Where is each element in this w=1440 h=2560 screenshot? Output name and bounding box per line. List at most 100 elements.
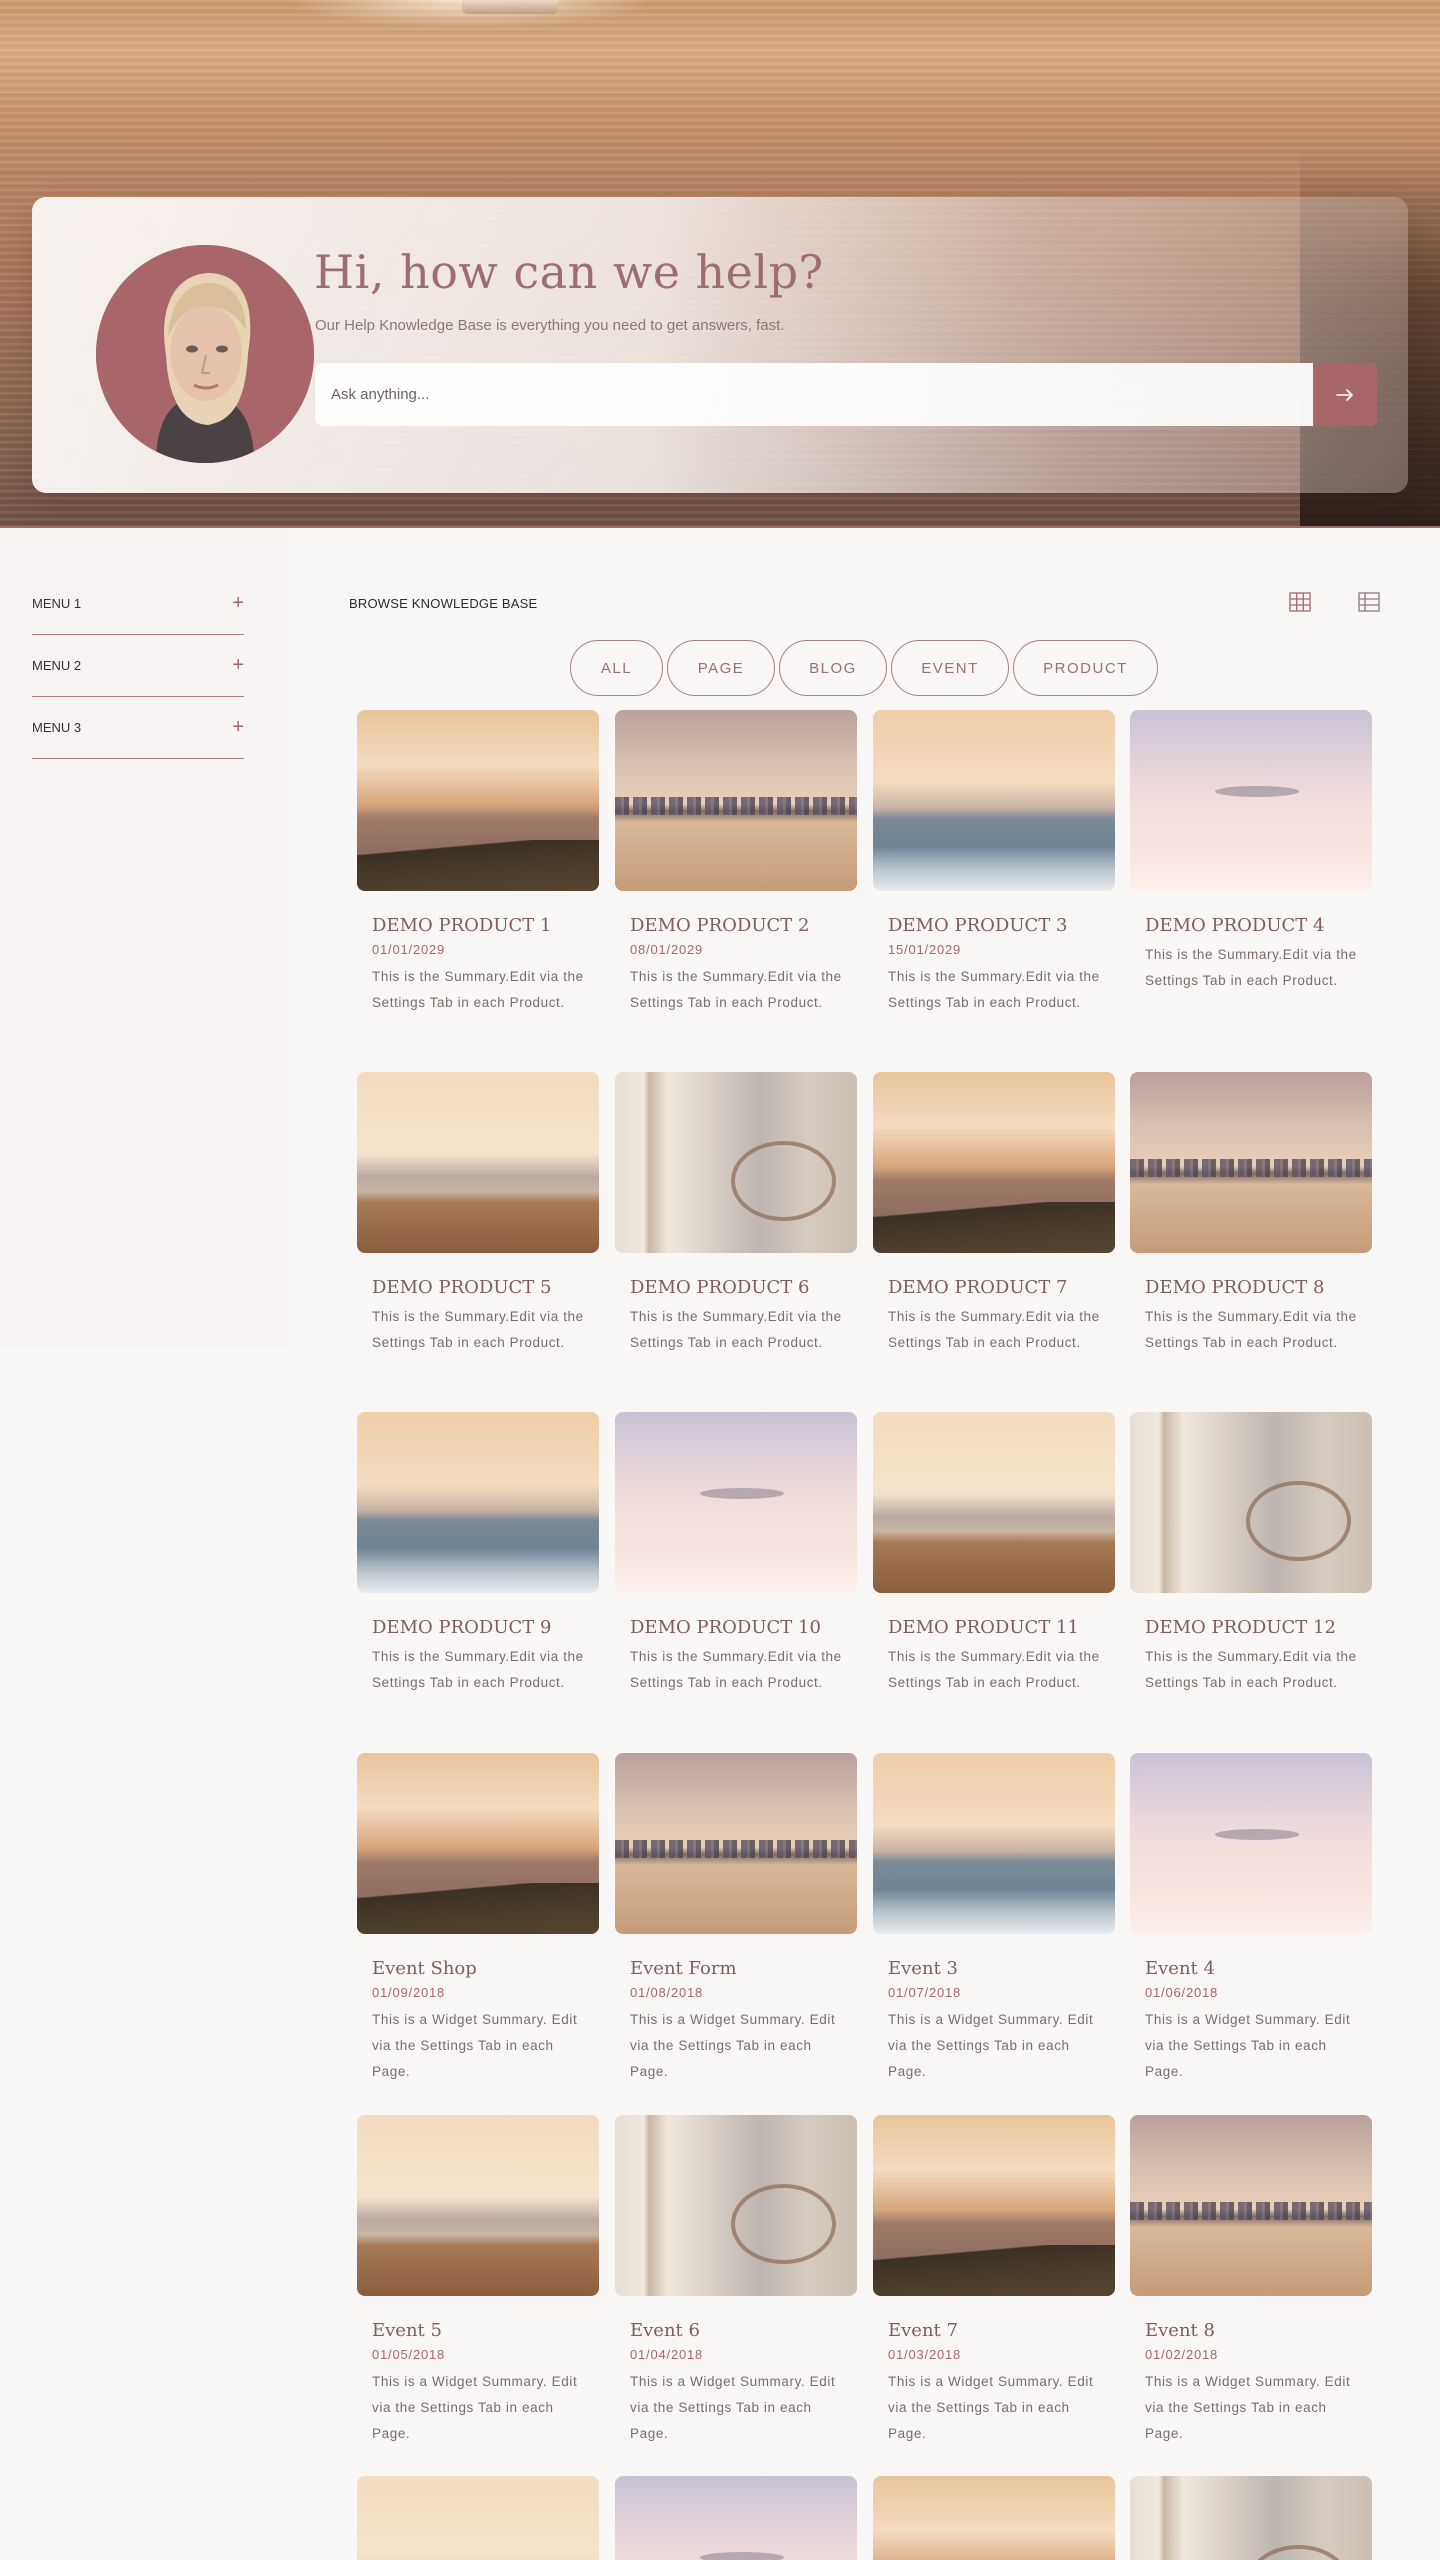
card-date: 01/06/2018: [1145, 1985, 1219, 2000]
card-thumbnail[interactable]: [357, 1072, 599, 1253]
search-button[interactable]: [1313, 363, 1377, 426]
card-title[interactable]: Event 5: [372, 2320, 442, 2341]
content-card[interactable]: Event 8 01/02/2018 This is a Widget Summar…: [1130, 2115, 1372, 2441]
card-thumbnail[interactable]: [1130, 1753, 1372, 1934]
content-card[interactable]: [615, 2476, 857, 2560]
card-thumbnail[interactable]: [357, 1412, 599, 1593]
sidebar-item-menu-2[interactable]: MENU 2 +: [32, 635, 244, 697]
card-summary: This is a Widget Summary. Edit via the S…: [630, 2374, 836, 2441]
card-title[interactable]: DEMO PRODUCT 6: [630, 1277, 809, 1298]
card-title[interactable]: DEMO PRODUCT 9: [372, 1617, 551, 1638]
card-thumbnail[interactable]: [873, 1072, 1115, 1253]
card-thumbnail[interactable]: [873, 1412, 1115, 1593]
content-card[interactable]: Event 6 01/04/2018 This is a Widget Summar…: [615, 2115, 857, 2441]
card-summary: This is the Summary.Edit via the Setting…: [372, 1649, 584, 1690]
card-title[interactable]: DEMO PRODUCT 5: [372, 1277, 551, 1298]
search-box: [315, 363, 1377, 426]
card-summary: This is the Summary.Edit via the Setting…: [1145, 1309, 1357, 1350]
card-thumbnail[interactable]: [357, 2476, 599, 2560]
card-summary: This is a Widget Summary. Edit via the S…: [1145, 2012, 1351, 2079]
card-title[interactable]: Event 6: [630, 2320, 700, 2341]
card-thumbnail[interactable]: [357, 710, 599, 891]
card-title[interactable]: DEMO PRODUCT 12: [1145, 1617, 1336, 1638]
filter-event[interactable]: EVENT: [891, 640, 1009, 696]
content-card[interactable]: Event 3 01/07/2018 This is a Widget Summar…: [873, 1753, 1115, 2079]
content-card[interactable]: DEMO PRODUCT 3 15/01/2029 This is the Summ…: [873, 710, 1115, 1010]
card-thumbnail[interactable]: [615, 1412, 857, 1593]
grid-view-icon: [1289, 592, 1311, 612]
card-thumbnail[interactable]: [1130, 1072, 1372, 1253]
sidebar-item-label: MENU 1: [32, 596, 82, 611]
card-thumbnail[interactable]: [615, 2115, 857, 2296]
plus-icon: +: [232, 592, 244, 614]
filter-blog[interactable]: BLOG: [779, 640, 887, 696]
card-thumbnail[interactable]: [1130, 2476, 1372, 2560]
content-card[interactable]: DEMO PRODUCT 12 This is the Summary.Edit …: [1130, 1412, 1372, 1690]
card-thumbnail[interactable]: [873, 1753, 1115, 1934]
content-card[interactable]: DEMO PRODUCT 2 08/01/2029 This is the Summ…: [615, 710, 857, 1010]
content-card[interactable]: Event Shop 01/09/2018 This is a Widget Sum…: [357, 1753, 599, 2079]
content-card[interactable]: DEMO PRODUCT 8 This is the Summary.Edit v…: [1130, 1072, 1372, 1350]
card-thumbnail[interactable]: [1130, 710, 1372, 891]
search-input[interactable]: [315, 363, 1311, 426]
content-card[interactable]: DEMO PRODUCT 10 This is the Summary.Edit …: [615, 1412, 857, 1690]
avatar: [96, 245, 314, 463]
content-card[interactable]: Event Form 01/08/2018 This is a Widget Sum…: [615, 1753, 857, 2079]
card-title[interactable]: DEMO PRODUCT 11: [888, 1617, 1079, 1638]
content-card[interactable]: [1130, 2476, 1372, 2560]
card-thumbnail[interactable]: [357, 2115, 599, 2296]
card-summary: This is a Widget Summary. Edit via the S…: [630, 2012, 836, 2079]
card-title[interactable]: DEMO PRODUCT 1: [372, 915, 551, 936]
content-card[interactable]: DEMO PRODUCT 4 This is the Summary.Edit v…: [1130, 710, 1372, 988]
card-date: 01/08/2018: [630, 1985, 704, 2000]
content-card[interactable]: DEMO PRODUCT 9 This is the Summary.Edit v…: [357, 1412, 599, 1690]
grid-view-button[interactable]: [1289, 592, 1311, 612]
card-title[interactable]: DEMO PRODUCT 3: [888, 915, 1067, 936]
list-view-button[interactable]: [1358, 592, 1380, 612]
card-title[interactable]: Event 3: [888, 1958, 958, 1979]
filter-product[interactable]: PRODUCT: [1013, 640, 1158, 696]
card-title[interactable]: Event Shop: [372, 1958, 477, 1979]
sidebar-item-menu-1[interactable]: MENU 1 +: [32, 573, 244, 635]
card-date: 15/01/2029: [888, 942, 962, 957]
card-thumbnail[interactable]: [1130, 2115, 1372, 2296]
card-title[interactable]: DEMO PRODUCT 10: [630, 1617, 821, 1638]
content-card[interactable]: DEMO PRODUCT 11 This is the Summary.Edit …: [873, 1412, 1115, 1690]
card-summary: This is the Summary.Edit via the Setting…: [1145, 1649, 1357, 1690]
card-thumbnail[interactable]: [1130, 1412, 1372, 1593]
card-thumbnail[interactable]: [873, 2476, 1115, 2560]
hero-ship-image: [462, 0, 558, 14]
content-card[interactable]: DEMO PRODUCT 7 This is the Summary.Edit v…: [873, 1072, 1115, 1350]
card-title[interactable]: Event 7: [888, 2320, 958, 2341]
card-date: 01/07/2018: [888, 1985, 962, 2000]
content-card[interactable]: Event 5 01/05/2018 This is a Widget Summar…: [357, 2115, 599, 2441]
content-card[interactable]: DEMO PRODUCT 5 This is the Summary.Edit v…: [357, 1072, 599, 1350]
card-thumbnail[interactable]: [357, 1753, 599, 1934]
filter-page[interactable]: PAGE: [667, 640, 775, 696]
card-title[interactable]: Event 8: [1145, 2320, 1215, 2341]
card-title[interactable]: Event 4: [1145, 1958, 1215, 1979]
filter-all[interactable]: ALL: [570, 640, 663, 696]
card-title[interactable]: DEMO PRODUCT 7: [888, 1277, 1067, 1298]
card-title[interactable]: Event Form: [630, 1958, 737, 1979]
content-card[interactable]: [873, 2476, 1115, 2560]
content-card[interactable]: [357, 2476, 599, 2560]
card-thumbnail[interactable]: [615, 2476, 857, 2560]
content-card[interactable]: Event 4 01/06/2018 This is a Widget Summar…: [1130, 1753, 1372, 2079]
content-card[interactable]: DEMO PRODUCT 1 01/01/2029 This is the Summ…: [357, 710, 599, 1010]
card-thumbnail[interactable]: [615, 1072, 857, 1253]
card-title[interactable]: DEMO PRODUCT 4: [1145, 915, 1324, 936]
card-summary: This is the Summary.Edit via the Setting…: [888, 969, 1100, 1010]
card-title[interactable]: DEMO PRODUCT 2: [630, 915, 809, 936]
content-card[interactable]: Event 7 01/03/2018 This is a Widget Summar…: [873, 2115, 1115, 2441]
card-thumbnail[interactable]: [615, 1753, 857, 1934]
card-thumbnail[interactable]: [873, 710, 1115, 891]
card-thumbnail[interactable]: [615, 710, 857, 891]
card-thumbnail[interactable]: [873, 2115, 1115, 2296]
sidebar-item-menu-3[interactable]: MENU 3 +: [32, 697, 244, 759]
card-date: 01/05/2018: [372, 2347, 446, 2362]
content-card[interactable]: DEMO PRODUCT 6 This is the Summary.Edit v…: [615, 1072, 857, 1350]
card-title[interactable]: DEMO PRODUCT 8: [1145, 1277, 1324, 1298]
help-title: Hi, how can we help?: [314, 245, 824, 299]
card-summary: This is a Widget Summary. Edit via the S…: [1145, 2374, 1351, 2441]
